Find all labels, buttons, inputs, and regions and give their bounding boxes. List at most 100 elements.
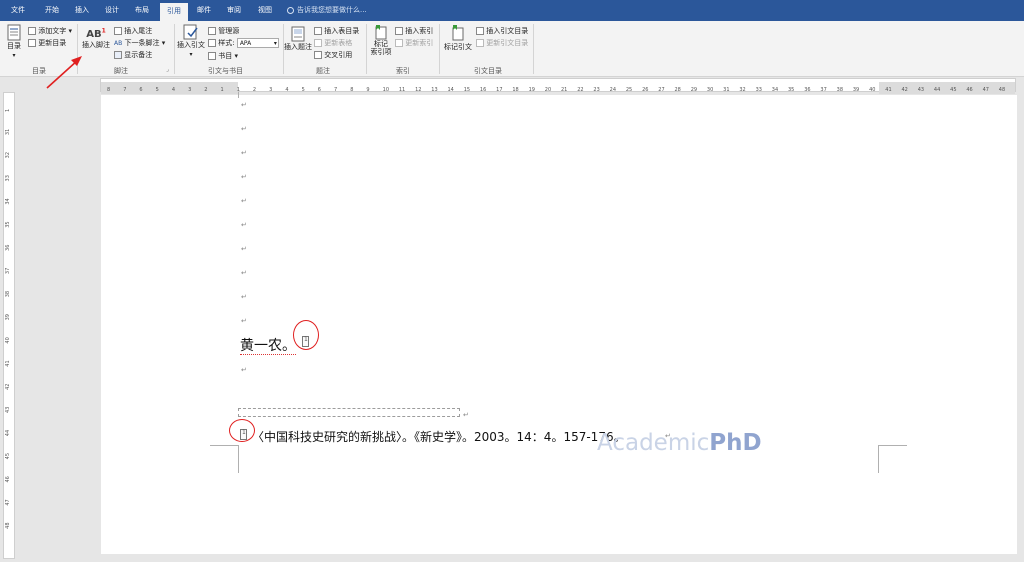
insert-footnote-label: 插入脚注 <box>82 41 110 50</box>
paragraph-mark: ↵ <box>241 293 247 301</box>
ruler-tick-label: 5 <box>156 87 159 93</box>
footnote-ab-icon: AB1 <box>86 28 106 41</box>
ruler-tick-label: 26 <box>642 87 648 93</box>
ruler-tick-label: 13 <box>431 87 437 93</box>
ruler-tick-label: 7 <box>334 87 337 93</box>
paragraph-mark: ↵ <box>241 221 247 229</box>
vertical-ruler[interactable]: 1 31 32 33 34 35 36 37 38 39 40 41 42 43 44 45 46 47 48 <box>3 92 15 559</box>
bibliography-button[interactable]: 书目 ▾ <box>208 51 238 61</box>
table-of-authorities-icon <box>476 27 484 35</box>
crop-mark <box>238 92 239 98</box>
insert-citation-button[interactable]: 插入引文 ▾ <box>177 24 205 58</box>
mark-citation-button[interactable]: 标记引文 <box>443 24 473 52</box>
update-authorities-icon <box>476 39 484 47</box>
style-value: APA <box>239 40 252 47</box>
tab-review[interactable]: 审阅 <box>220 0 248 21</box>
ruler-tick-label: 22 <box>577 87 583 93</box>
update-toc-label: 更新目录 <box>38 39 67 47</box>
ruler-tick-label: 21 <box>561 87 567 93</box>
ruler-tick-label: 11 <box>399 87 405 93</box>
ruler-tick-label: 41 <box>5 360 11 366</box>
ruler-tick-label: 45 <box>950 87 956 93</box>
insert-citation-label: 插入引文 <box>177 41 205 49</box>
show-notes-label: 显示备注 <box>124 51 153 59</box>
ruler-tick-label: 1 <box>221 87 224 93</box>
tab-layout[interactable]: 布局 <box>128 0 156 21</box>
next-footnote-button[interactable]: AB 下一条脚注 ▾ <box>114 38 165 48</box>
insert-caption-button[interactable]: 插入题注 <box>283 26 313 52</box>
citation-style-select[interactable]: APA ▾ <box>236 38 279 48</box>
ribbon-references: 目录 ▾ 添加文字 ▾ 更新目录 目录 AB1 插入脚注 插入尾注 AB 下一条脚… <box>0 21 1024 77</box>
ruler-tick-label: 5 <box>302 87 305 93</box>
show-notes-button[interactable]: 显示备注 <box>114 50 152 60</box>
mark-entry-button[interactable]: 标记 索引项 <box>368 24 394 56</box>
ruler-tick-label: 41 <box>885 87 891 93</box>
horizontal-ruler[interactable]: 8 7 6 5 4 3 2 1 1 2 3 4 5 6 7 8 9 10 11 12 13 14 15 16 17 18 19 20 2… <box>100 78 1016 94</box>
update-index-button[interactable]: 更新索引 <box>395 38 433 48</box>
citation-style-control: 样式: APA ▾ <box>208 38 279 48</box>
ruler-tick-label: 23 <box>593 87 599 93</box>
tab-file[interactable]: 文件 <box>4 0 32 21</box>
insert-table-of-authorities-button[interactable]: 插入引文目录 <box>476 26 528 36</box>
insert-endnote-button[interactable]: 插入尾注 <box>114 26 152 36</box>
manage-sources-button[interactable]: 管理源 <box>208 26 239 36</box>
annotation-circle <box>229 419 255 442</box>
document-page[interactable] <box>101 95 1017 554</box>
ruler-tick-label: 36 <box>804 87 810 93</box>
next-footnote-icon: AB <box>114 40 123 47</box>
insert-table-of-figures-button[interactable]: 插入表目录 <box>314 26 359 36</box>
table-of-contents-button[interactable]: 目录 ▾ <box>4 24 24 59</box>
ruler-tick-label: 6 <box>318 87 321 93</box>
ribbon-tab-bar: 文件 开始 插入 设计 布局 引用 邮件 审阅 视图 告诉我您想要做什么... <box>0 0 1024 21</box>
footnote-text[interactable]: 〈中国科技史研究的新挑战〉。《新史学》。2003。14：4。157-176。 <box>252 428 626 445</box>
tab-view[interactable]: 视图 <box>251 0 279 21</box>
dialog-launcher-icon[interactable]: ⌟ <box>166 66 169 73</box>
tab-home[interactable]: 开始 <box>38 0 66 21</box>
ruler-tick-label: 19 <box>529 87 535 93</box>
ruler-tick-label: 31 <box>723 87 729 93</box>
tab-insert[interactable]: 插入 <box>68 0 96 21</box>
ruler-tick-label: 37 <box>820 87 826 93</box>
group-separator <box>439 24 440 74</box>
ruler-tick-label: 38 <box>837 87 843 93</box>
ruler-tick-label: 4 <box>285 87 288 93</box>
ruler-tick-label: 10 <box>383 87 389 93</box>
mark-entry-label-2: 索引项 <box>370 48 392 56</box>
group-label-index: 索引 <box>396 67 410 75</box>
ruler-tick-label: 30 <box>707 87 713 93</box>
tell-me-search[interactable]: 告诉我您想要做什么... <box>287 0 367 21</box>
ruler-margin-right <box>879 82 1015 94</box>
insert-endnote-label: 插入尾注 <box>124 27 153 35</box>
insert-table-of-figures-label: 插入表目录 <box>324 27 360 35</box>
update-table-of-authorities-button[interactable]: 更新引文目录 <box>476 38 528 48</box>
group-separator <box>533 24 534 74</box>
tab-design[interactable]: 设计 <box>98 0 126 21</box>
bibliography-label: 书目 <box>218 52 233 60</box>
table-of-contents-icon <box>7 24 21 41</box>
insert-index-button[interactable]: 插入索引 <box>395 26 433 36</box>
ruler-tick-label: 42 <box>5 384 11 390</box>
ruler-tick-label: 32 <box>5 152 11 158</box>
insert-footnote-button[interactable]: AB1 插入脚注 <box>81 28 111 50</box>
add-text-button[interactable]: 添加文字 ▾ <box>28 26 72 36</box>
ruler-tick-label: 45 <box>5 453 11 459</box>
group-label-captions: 题注 <box>316 67 330 75</box>
ruler-tick-label: 3 <box>188 87 191 93</box>
manage-sources-icon <box>208 27 216 35</box>
crop-mark <box>238 445 239 473</box>
update-table-button[interactable]: 更新表格 <box>314 38 352 48</box>
ruler-tick-label: 43 <box>918 87 924 93</box>
style-icon <box>208 39 216 47</box>
ruler-tick-label: 4 <box>172 87 175 93</box>
caption-icon <box>291 26 305 42</box>
update-toc-button[interactable]: 更新目录 <box>28 38 66 48</box>
body-text[interactable]: 黄一农。 <box>240 335 296 355</box>
tab-mailings[interactable]: 邮件 <box>190 0 218 21</box>
tab-references[interactable]: 引用 <box>160 3 188 21</box>
cross-reference-button[interactable]: 交叉引用 <box>314 50 352 60</box>
paragraph-mark: ↵ <box>241 317 247 325</box>
ruler-tick-label: 43 <box>5 407 11 413</box>
paragraph-mark: ↵ <box>241 197 247 205</box>
ruler-tick-label: 46 <box>966 87 972 93</box>
ruler-tick-label: 42 <box>902 87 908 93</box>
